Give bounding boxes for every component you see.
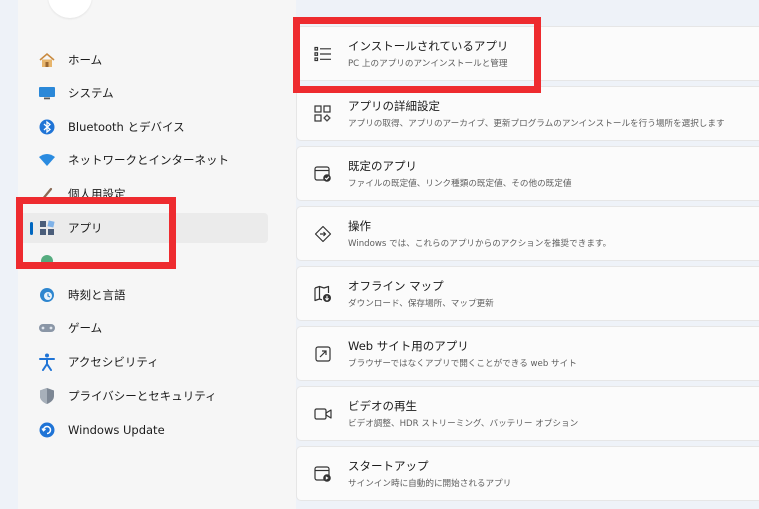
card-subtitle: ブラウザーではなくアプリで開くことができる web サイト — [348, 359, 577, 369]
card-title: ビデオの再生 — [348, 399, 417, 413]
sidebar-item-bluetooth[interactable]: Bluetooth とデバイス — [18, 112, 268, 142]
advanced-app-settings-card[interactable]: アプリの詳細設定 アプリの取得、アプリのアーカイブ、更新プログラムのアンインスト… — [296, 86, 759, 141]
sidebar-item-apps[interactable]: アプリ — [18, 213, 268, 243]
card-subtitle: ビデオ調整、HDR ストリーミング、バッテリー オプション — [348, 419, 579, 429]
startup-icon — [312, 463, 334, 485]
sidebar-item-label: 個人用設定 — [68, 187, 126, 201]
default-apps-card[interactable]: 既定のアプリ ファイルの既定値、リンク種類の既定値、その他の既定値 — [296, 146, 759, 201]
sidebar-item-privacy[interactable]: プライバシーとセキュリティ — [18, 381, 268, 411]
sidebar-item-system[interactable]: システム — [18, 78, 268, 108]
offline-maps-card[interactable]: オフライン マップ ダウンロード、保存場所、マップ更新 — [296, 266, 759, 321]
bluetooth-icon — [36, 118, 58, 136]
sidebar-item-gaming[interactable]: ゲーム — [18, 313, 268, 343]
time-language-icon — [36, 286, 58, 304]
home-icon — [36, 51, 58, 69]
windows-update-icon — [36, 421, 58, 439]
app-settings-icon — [312, 103, 334, 125]
accounts-icon — [36, 252, 58, 270]
sidebar-item-label: アプリ — [68, 221, 103, 235]
sidebar-item-network[interactable]: ネットワークとインターネット — [18, 145, 268, 175]
sidebar-item-label: プライバシーとセキュリティ — [68, 389, 217, 403]
sidebar-item-label: Windows Update — [68, 423, 165, 437]
actions-icon — [312, 223, 334, 245]
apps-for-websites-card[interactable]: Web サイト用のアプリ ブラウザーではなくアプリで開くことができる web サ… — [296, 326, 759, 381]
actions-card[interactable]: 操作 Windows では、これらのアプリからのアクションを推奨できます。 — [296, 206, 759, 261]
card-subtitle: ファイルの既定値、リンク種類の既定値、その他の既定値 — [348, 179, 572, 189]
sidebar-item-home[interactable]: ホーム — [18, 45, 268, 75]
card-subtitle: ダウンロード、保存場所、マップ更新 — [348, 299, 494, 309]
sidebar-item-accessibility[interactable]: アクセシビリティ — [18, 347, 268, 377]
open-external-icon — [312, 343, 334, 365]
card-title: インストールされているアプリ — [348, 39, 509, 53]
gaming-icon — [36, 319, 58, 337]
sidebar-item-label: アクセシビリティ — [68, 355, 159, 369]
personalization-icon — [36, 185, 58, 203]
card-title: スタートアップ — [348, 459, 429, 473]
system-icon — [36, 84, 58, 102]
sidebar-item-time-language[interactable]: 時刻と言語 — [18, 280, 268, 310]
apps-icon — [36, 219, 58, 237]
card-subtitle: Windows では、これらのアプリからのアクションを推奨できます。 — [348, 239, 612, 249]
card-subtitle: サインイン時に自動的に開始されるアプリ — [348, 479, 512, 489]
offline-map-icon — [312, 283, 334, 305]
card-subtitle: PC 上のアプリのアンインストールと管理 — [348, 59, 508, 69]
list-icon — [312, 43, 334, 65]
sidebar-item-windows-update[interactable]: Windows Update — [18, 415, 268, 445]
apps-settings-list: インストールされているアプリ PC 上のアプリのアンインストールと管理 アプリの… — [296, 20, 759, 509]
video-playback-card[interactable]: ビデオの再生 ビデオ調整、HDR ストリーミング、バッテリー オプション — [296, 386, 759, 441]
privacy-shield-icon — [36, 387, 58, 405]
user-avatar[interactable] — [48, 0, 92, 18]
network-icon — [36, 151, 58, 169]
card-title: アプリの詳細設定 — [348, 99, 440, 113]
sidebar-item-label: ゲーム — [68, 321, 103, 335]
sidebar-item-accounts[interactable] — [18, 246, 268, 276]
sidebar-item-label: システム — [68, 86, 114, 100]
installed-apps-card[interactable]: インストールされているアプリ PC 上のアプリのアンインストールと管理 — [296, 26, 759, 81]
card-subtitle: アプリの取得、アプリのアーカイブ、更新プログラムのアンインストールを行う場所を選… — [348, 119, 725, 129]
video-icon — [312, 403, 334, 425]
card-title: オフライン マップ — [348, 279, 444, 293]
sidebar-item-personalization[interactable]: 個人用設定 — [18, 179, 268, 209]
settings-window: ホーム システム Bluetooth とデバイス ネットワークとインターネット — [0, 0, 759, 509]
accessibility-icon — [36, 353, 58, 371]
card-title: 既定のアプリ — [348, 159, 417, 173]
sidebar-item-label: 時刻と言語 — [68, 288, 126, 302]
default-apps-icon — [312, 163, 334, 185]
card-title: Web サイト用のアプリ — [348, 339, 469, 353]
sidebar-item-label: ネットワークとインターネット — [68, 153, 229, 167]
card-title: 操作 — [348, 219, 371, 233]
sidebar-item-label: ホーム — [68, 53, 103, 67]
sidebar-item-label: Bluetooth とデバイス — [68, 120, 185, 134]
settings-sidebar: ホーム システム Bluetooth とデバイス ネットワークとインターネット — [18, 0, 296, 509]
startup-apps-card[interactable]: スタートアップ サインイン時に自動的に開始されるアプリ — [296, 446, 759, 501]
